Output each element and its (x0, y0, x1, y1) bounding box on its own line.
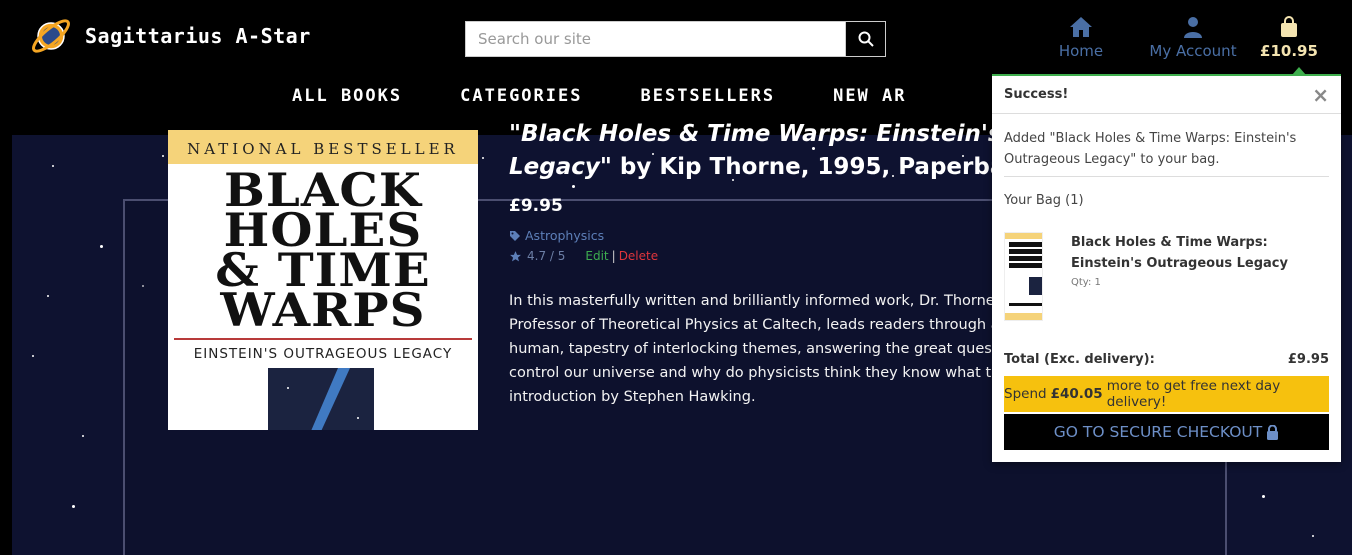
my-account-link[interactable]: My Account (1138, 12, 1248, 60)
bag-total-label: Total (Exc. delivery): (1004, 352, 1155, 367)
site-logo[interactable]: Sagittarius A-Star (27, 12, 311, 60)
search-input[interactable] (466, 22, 845, 56)
free-delivery-banner: Spend £40.05 more to get free next day d… (1004, 376, 1329, 412)
nav-categories[interactable]: CATEGORIES (460, 86, 582, 106)
home-icon (1070, 17, 1092, 37)
book-cover-image: NATIONAL BESTSELLER BLACK HOLES & TIME W… (168, 130, 478, 430)
delete-link[interactable]: Delete (619, 249, 658, 263)
toast-header: Success! × (992, 76, 1341, 114)
site-name: Sagittarius A-Star (85, 24, 311, 48)
success-toast: Success! × Added "Black Holes & Time War… (992, 67, 1341, 462)
home-link-label: Home (1058, 42, 1104, 60)
search-bar (465, 21, 886, 57)
edit-link[interactable]: Edit (585, 249, 608, 263)
bag-item-thumbnail (1004, 232, 1044, 321)
search-icon (858, 31, 874, 47)
shopping-bag-link[interactable]: £10.95 (1254, 12, 1324, 60)
cover-title: BLACK HOLES & TIME WARPS (215, 163, 431, 337)
bag-item: Black Holes & Time Warps: Einstein's Out… (1004, 232, 1329, 321)
user-icon (1184, 17, 1202, 38)
shopping-bag-icon (1281, 16, 1297, 37)
cover-band: NATIONAL BESTSELLER (168, 130, 478, 164)
toast-heading: Success! (1004, 87, 1069, 102)
close-icon[interactable]: × (1312, 83, 1329, 107)
promo-pre: Spend (1004, 386, 1047, 402)
bag-item-title[interactable]: Black Holes & Time Warps: Einstein's Out… (1071, 232, 1329, 274)
header-links: Home My Account £10.95 (1040, 12, 1324, 60)
bag-item-info: Black Holes & Time Warps: Einstein's Out… (1071, 232, 1329, 321)
bag-count-label: Your Bag (1) (1004, 193, 1084, 208)
lock-icon (1267, 424, 1279, 440)
bag-total-row: Total (Exc. delivery): £9.95 (1004, 352, 1329, 367)
bag-total-value: £9.95 (1287, 352, 1329, 367)
rating-value: 4.7 / 5 (527, 249, 566, 263)
home-link[interactable]: Home (1040, 12, 1122, 60)
cover-subtitle: EINSTEIN'S OUTRAGEOUS LEGACY (193, 346, 453, 362)
nav-bestsellers[interactable]: BESTSELLERS (640, 86, 775, 106)
cover-artwork (268, 368, 374, 430)
planet-logo-icon (32, 19, 70, 53)
star-icon (510, 250, 521, 261)
nav-new-arrivals[interactable]: NEW AR (833, 86, 906, 106)
nav-all-books[interactable]: ALL BOOKS (292, 86, 402, 106)
search-button[interactable] (845, 22, 885, 56)
promo-post: more to get free next day delivery! (1106, 378, 1281, 410)
category-label: Astrophysics (525, 228, 605, 243)
secure-checkout-button[interactable]: GO TO SECURE CHECKOUT (1004, 414, 1329, 450)
my-account-label: My Account (1149, 42, 1237, 60)
bag-total: £10.95 (1260, 42, 1318, 60)
bag-item-qty: Qty: 1 (1071, 277, 1101, 288)
toast-message: Added "Black Holes & Time Warps: Einstei… (1004, 128, 1329, 177)
promo-amount: £40.05 (1050, 386, 1103, 402)
checkout-label: GO TO SECURE CHECKOUT (1053, 423, 1263, 441)
tag-icon (510, 230, 520, 241)
main-navigation: ALL BOOKS CATEGORIES BESTSELLERS NEW AR (292, 86, 965, 106)
